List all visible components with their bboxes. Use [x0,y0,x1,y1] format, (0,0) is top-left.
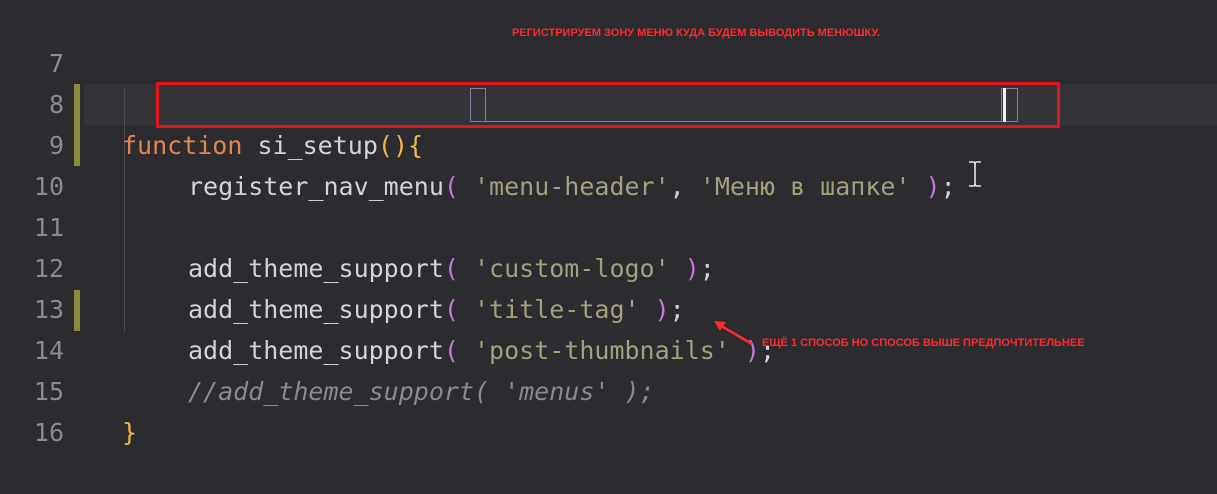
annotation-highlight-box [156,82,1060,128]
code-line[interactable]: 12 add_theme_support( 'title-tag' ); [0,207,1217,324]
annotation-bottom-note: ЕЩЁ 1 СПОСОБ НО СПОСОБ ВЫШЕ ПРЕДПОЧТИТЕЛ… [762,337,1085,349]
code-line[interactable]: 16 [0,371,1217,447]
close-brace: } [122,418,138,447]
ibeam-cursor-icon [969,161,981,187]
code-editor[interactable]: 7 8 function si_setup(){ 9 register_nav_… [0,0,1217,447]
annotation-arrow-icon [714,321,753,346]
line-number: 16 [33,418,64,447]
annotation-top-note: РЕГИСТРИРУЕМ ЗОНУ МЕНЮ КУДА БУДЕМ ВЫВОДИ… [512,27,881,39]
code-line[interactable]: 10 [0,125,1217,201]
code-line[interactable]: 11 add_theme_support( 'custom-logo' ); [0,166,1217,283]
code-line[interactable]: 8 function si_setup(){ [0,43,1217,160]
code-line[interactable]: 14 //add_theme_support( 'menus' ); [0,289,1217,406]
code-line[interactable]: 13 add_theme_support( 'post-thumbnails' … [0,248,1217,365]
